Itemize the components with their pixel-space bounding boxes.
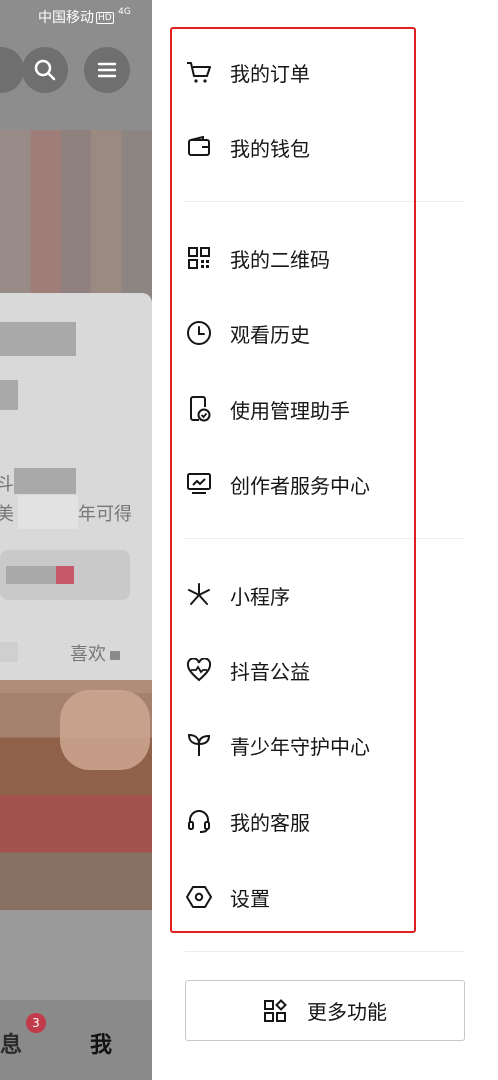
menu-item-watch-history[interactable]: 观看历史 xyxy=(185,313,465,353)
qr-code-icon xyxy=(185,244,213,272)
phone-check-icon xyxy=(185,395,213,423)
menu-item-creator-service-center[interactable]: 创作者服务中心 xyxy=(185,464,465,504)
headset-icon xyxy=(185,807,213,835)
lock-icon xyxy=(110,650,120,660)
divider xyxy=(185,951,465,952)
search-button[interactable] xyxy=(22,47,68,93)
partial-round-button[interactable] xyxy=(0,47,24,93)
menu-item-label: 小程序 xyxy=(230,584,290,609)
hamburger-icon xyxy=(97,62,117,78)
heart-pulse-icon xyxy=(185,656,213,684)
menu-item-label: 我的客服 xyxy=(230,810,310,835)
asterisk-icon xyxy=(185,581,213,609)
partial-text-2: 美 xyxy=(0,504,14,525)
menu-item-mini-programs[interactable]: 小程序 xyxy=(185,575,465,615)
divider xyxy=(185,201,465,202)
menu-item-label: 观看历史 xyxy=(230,322,310,347)
cart-icon xyxy=(185,58,213,86)
menu-item-label: 设置 xyxy=(230,886,270,911)
tab-me[interactable]: 我 xyxy=(90,1027,112,1059)
more-features-button[interactable]: 更多功能 xyxy=(185,980,465,1041)
likes-tab[interactable]: 喜欢 xyxy=(70,640,120,666)
menu-item-label: 我的订单 xyxy=(230,61,310,86)
wallet-icon xyxy=(185,133,213,161)
pink-square xyxy=(56,566,74,584)
menu-item-my-wallet[interactable]: 我的钱包 xyxy=(185,127,465,167)
menu-item-my-qr-code[interactable]: 我的二维码 xyxy=(185,238,465,278)
status-bar: 中国移动 HD 4G xyxy=(38,7,131,27)
likes-tab-label: 喜欢 xyxy=(70,644,106,665)
divider xyxy=(185,538,465,539)
blurred-info xyxy=(14,468,76,494)
menu-item-youth-protection[interactable]: 青少年守护中心 xyxy=(185,725,465,765)
blurred-id xyxy=(0,380,18,410)
more-features-label: 更多功能 xyxy=(307,1000,387,1024)
background-profile-page: 中国移动 HD 4G 斗 美 年可得 喜欢 息 3 我 xyxy=(0,0,152,1080)
blurred-tab xyxy=(0,642,18,662)
carrier-label: 中国移动 xyxy=(38,10,94,26)
menu-item-charity[interactable]: 抖音公益 xyxy=(185,650,465,690)
menu-button[interactable] xyxy=(84,47,130,93)
blurred-video-thumbnail-2[interactable] xyxy=(0,910,152,1000)
tab-messages[interactable]: 息 xyxy=(0,1027,22,1059)
menu-item-settings[interactable]: 设置 xyxy=(185,877,465,917)
menu-item-label: 抖音公益 xyxy=(230,659,310,684)
menu-item-label: 我的钱包 xyxy=(230,136,310,161)
menu-item-label: 使用管理助手 xyxy=(230,398,350,423)
blurred-hand xyxy=(60,690,150,770)
menu-item-label: 我的二维码 xyxy=(230,247,330,272)
network-label: 4G xyxy=(118,7,131,17)
blurred-cover-image xyxy=(0,130,152,300)
blurred-pill-text xyxy=(6,566,56,584)
monitor-chart-icon xyxy=(185,470,213,498)
search-icon xyxy=(34,59,56,81)
messages-badge: 3 xyxy=(26,1013,46,1033)
menu-item-my-orders[interactable]: 我的订单 xyxy=(185,52,465,92)
menu-item-label: 青少年守护中心 xyxy=(230,734,370,759)
menu-item-customer-service[interactable]: 我的客服 xyxy=(185,801,465,841)
menu-item-usage-assistant[interactable]: 使用管理助手 xyxy=(185,389,465,429)
menu-item-label: 创作者服务中心 xyxy=(230,473,370,498)
hd-icon: HD xyxy=(96,12,114,24)
partial-text-1: 斗 xyxy=(0,474,14,495)
clock-icon xyxy=(185,319,213,347)
sprout-icon xyxy=(185,731,213,759)
bottom-tab-bar xyxy=(0,1000,152,1080)
grid-shapes-icon xyxy=(263,998,287,1023)
blurred-info-2 xyxy=(18,495,78,529)
partial-text-3: 年可得 xyxy=(78,504,132,525)
hexagon-settings-icon xyxy=(185,883,213,911)
blurred-name xyxy=(0,322,76,356)
